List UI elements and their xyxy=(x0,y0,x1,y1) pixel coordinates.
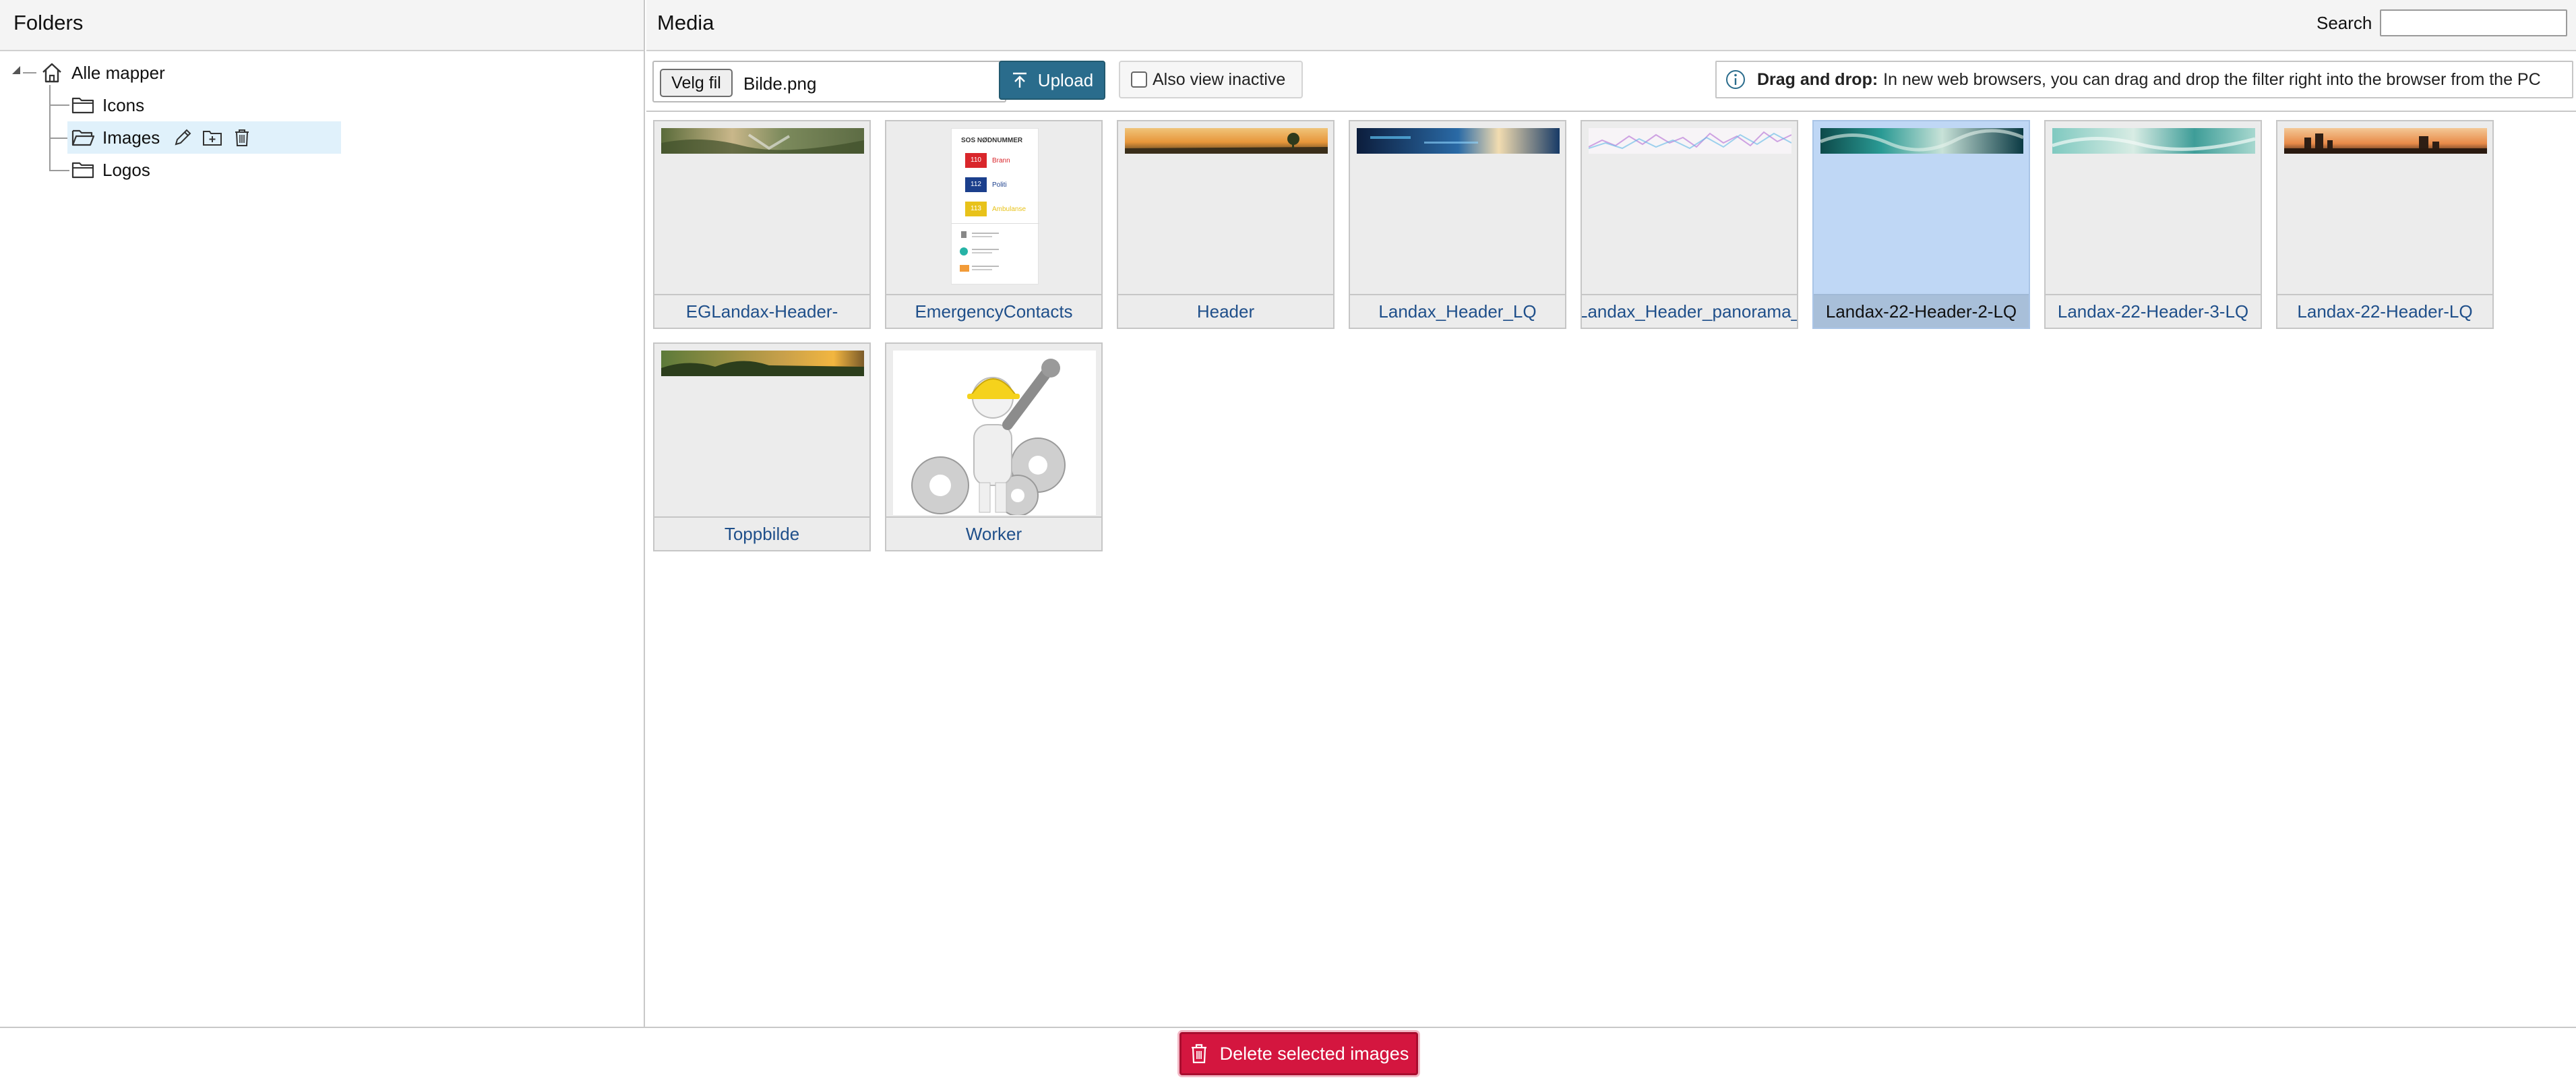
tree-line xyxy=(23,72,36,73)
folder-item-images[interactable]: Images xyxy=(67,121,341,154)
media-caption[interactable]: EmergencyContacts xyxy=(886,294,1101,328)
inactive-label: Also view inactive xyxy=(1153,69,1286,89)
trash-icon xyxy=(1191,1044,1206,1064)
info-title: Drag and drop: xyxy=(1757,69,1878,89)
doc-row: 112 Politi xyxy=(965,177,1007,192)
tree-line xyxy=(49,85,51,171)
thumbnail-image xyxy=(2284,128,2487,154)
folder-item-logos[interactable]: Logos xyxy=(70,154,205,186)
folder-icon xyxy=(71,97,94,114)
doc-label: Brann xyxy=(992,156,1010,164)
folder-label: Images xyxy=(102,127,160,148)
media-tile-selected[interactable]: Landax-22-Header-2-LQ xyxy=(1812,120,2030,329)
media-tile[interactable]: SOS NØDNUMMER 110 Brann 112 Politi 113 A… xyxy=(885,120,1103,329)
thumbnail-image xyxy=(1357,128,1560,154)
pencil-icon[interactable] xyxy=(172,127,193,148)
media-toolbar: Velg fil Bilde.png Upload Also view inac… xyxy=(646,53,2576,112)
thumbnail-image xyxy=(1820,128,2023,154)
thumbnail-image xyxy=(2052,128,2255,154)
thumbnail-image xyxy=(661,128,864,154)
media-caption[interactable]: EGLandax-Header- xyxy=(654,294,869,328)
tree-line xyxy=(49,170,69,171)
media-caption[interactable]: Landax_Header_LQ xyxy=(1350,294,1565,328)
media-caption[interactable]: Toppbilde xyxy=(654,516,869,550)
upload-label: Upload xyxy=(1037,69,1094,90)
media-tile[interactable]: EGLandax-Header- xyxy=(653,120,871,329)
doc-title: SOS NØDNUMMER xyxy=(961,137,1023,144)
doc-number: 110 xyxy=(965,153,987,168)
tree-line xyxy=(49,138,69,139)
trash-icon[interactable] xyxy=(231,127,253,148)
inactive-checkbox[interactable] xyxy=(1131,71,1147,88)
doc-number: 113 xyxy=(965,202,987,216)
media-tile[interactable]: Landax_Header_panorama_ xyxy=(1581,120,1798,329)
upload-arrow-icon xyxy=(1012,72,1026,88)
tree-root-alle-mapper[interactable]: Alle mapper xyxy=(39,57,201,89)
media-caption[interactable]: Landax-22-Header-2-LQ xyxy=(1814,294,2029,328)
search-label: Search xyxy=(2317,13,2372,33)
thumbnail-image xyxy=(1589,128,1791,154)
media-tile[interactable]: Toppbilde xyxy=(653,342,871,551)
drag-drop-info: Drag and drop: In new web browsers, you … xyxy=(1715,61,2573,98)
delete-selected-images-button[interactable]: Delete selected images xyxy=(1179,1032,1418,1075)
media-tile[interactable]: Landax-22-Header-3-LQ xyxy=(2044,120,2262,329)
folder-open-icon xyxy=(71,129,95,146)
footer-bar: Delete selected images xyxy=(0,1027,2576,1084)
media-caption[interactable]: Landax_Header_panorama_ xyxy=(1582,294,1797,328)
media-title: Media xyxy=(657,11,714,34)
media-manager: Folders Alle mapper Icons Images Logos M… xyxy=(0,0,2576,1084)
folder-label: Logos xyxy=(102,159,150,180)
search-input[interactable] xyxy=(2380,9,2567,36)
choose-file-button[interactable]: Velg fil xyxy=(660,69,733,97)
doc-lines-graphic xyxy=(952,223,1039,272)
media-grid: EGLandax-Header- SOS NØDNUMMER 110 Brann… xyxy=(646,113,2576,1027)
worker-figure-image xyxy=(893,351,1096,515)
folder-add-icon[interactable] xyxy=(202,127,223,148)
media-tile[interactable]: Worker xyxy=(885,342,1103,551)
media-tile[interactable]: Header xyxy=(1117,120,1335,329)
file-picker[interactable]: Velg fil Bilde.png xyxy=(652,61,1006,102)
doc-number: 112 xyxy=(965,177,987,192)
media-caption[interactable]: Header xyxy=(1118,294,1333,328)
emergency-document-thumbnail: SOS NØDNUMMER 110 Brann 112 Politi 113 A… xyxy=(951,128,1039,284)
folders-panel: Folders Alle mapper Icons Images Logos xyxy=(0,0,645,1027)
folders-title: Folders xyxy=(13,11,84,34)
delete-label: Delete selected images xyxy=(1219,1043,1409,1064)
doc-label: Politi xyxy=(992,181,1007,189)
home-icon xyxy=(42,63,61,83)
selected-file-name: Bilde.png xyxy=(743,73,817,94)
info-circle-icon xyxy=(1726,70,1745,89)
media-caption[interactable]: Landax-22-Header-3-LQ xyxy=(2046,294,2261,328)
folder-label: Icons xyxy=(102,94,145,115)
folder-icon xyxy=(71,162,94,179)
media-header: Media Search xyxy=(646,0,2576,51)
tree-root-label: Alle mapper xyxy=(71,62,165,83)
upload-button[interactable]: Upload xyxy=(999,61,1105,100)
folder-item-icons[interactable]: Icons xyxy=(70,89,205,121)
media-tile[interactable]: Landax-22-Header-LQ xyxy=(2276,120,2494,329)
media-caption[interactable]: Landax-22-Header-LQ xyxy=(2277,294,2492,328)
media-tile[interactable]: Landax_Header_LQ xyxy=(1349,120,1566,329)
thumbnail-image xyxy=(1125,128,1328,154)
also-view-inactive-toggle[interactable]: Also view inactive xyxy=(1119,61,1303,98)
tree-expander-icon[interactable] xyxy=(9,62,23,77)
doc-label: Ambulanse xyxy=(992,205,1026,213)
info-text: In new web browsers, you can drag and dr… xyxy=(1883,69,2541,89)
tree-line xyxy=(49,104,69,106)
thumbnail-image xyxy=(661,351,864,376)
media-panel: Media Search Velg fil Bilde.png Upload A… xyxy=(646,0,2576,1027)
doc-row: 110 Brann xyxy=(965,153,1010,168)
folders-header: Folders xyxy=(0,0,644,51)
media-caption[interactable]: Worker xyxy=(886,516,1101,550)
doc-row: 113 Ambulanse xyxy=(965,202,1026,216)
